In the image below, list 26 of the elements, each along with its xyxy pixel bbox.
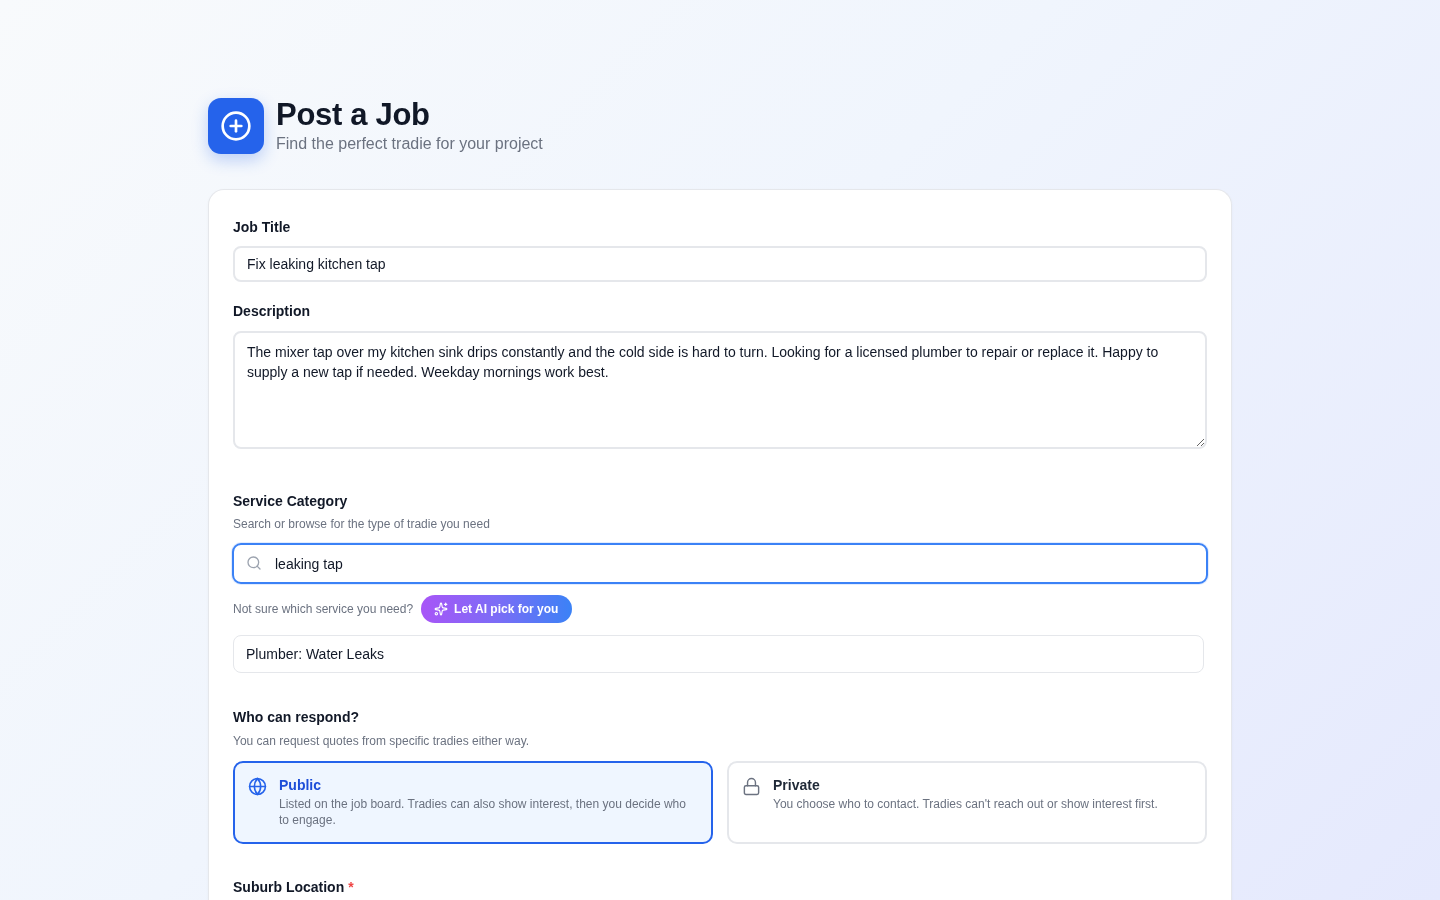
ai-prompt-text: Not sure which service you need? xyxy=(233,601,414,617)
ai-pick-button[interactable]: Let AI pick for you xyxy=(421,595,573,623)
field-hint: You can request quotes from specific tradies either way. xyxy=(233,733,531,749)
sparkle-icon xyxy=(434,602,449,616)
search-field[interactable]: leaking tap xyxy=(232,543,1208,584)
field-hint: Search or browse for the type of tradie you need xyxy=(233,516,491,532)
visibility-option-card[interactable]: Private You choose who to contact. Tradies can't reach out or show interest first. xyxy=(727,761,1207,844)
required-mark: * xyxy=(348,878,354,897)
page-subtitle: Find the perfect tradie for your project xyxy=(276,134,543,154)
description-textarea[interactable]: The mixer tap over my kitchen sink drips constantly and the cold side is hard to turn. Looking for a licensed plumber to repair or replace it. Happy to supply a new tap if needed. Weekday mornings work best. xyxy=(233,331,1207,449)
option-description: Listed on the job board. Tradies can also show interest, then you decide who to engage. xyxy=(279,796,687,828)
field-label: Service Category xyxy=(233,492,349,511)
field-label: Suburb Location xyxy=(233,878,345,897)
field-label: Description xyxy=(233,302,311,321)
search-icon xyxy=(246,555,262,571)
job-title-input[interactable]: Fix leaking kitchen tap xyxy=(233,246,1207,282)
globe-icon xyxy=(248,777,267,796)
option-description: You choose who to contact. Tradies can't reach out or show interest first. xyxy=(773,796,1158,812)
page-title: Post a Job xyxy=(276,98,431,132)
field-label: Who can respond? xyxy=(233,708,360,727)
field-label: Job Title xyxy=(233,218,292,237)
option-title: Private xyxy=(773,777,821,793)
option-title: Public xyxy=(279,777,322,793)
lock-icon xyxy=(742,777,761,796)
visibility-option-card[interactable]: Public Listed on the job board. Tradies can also show interest, then you decide who to engage. xyxy=(233,761,713,844)
selected-service-field[interactable]: Plumber: Water Leaks xyxy=(233,635,1204,673)
